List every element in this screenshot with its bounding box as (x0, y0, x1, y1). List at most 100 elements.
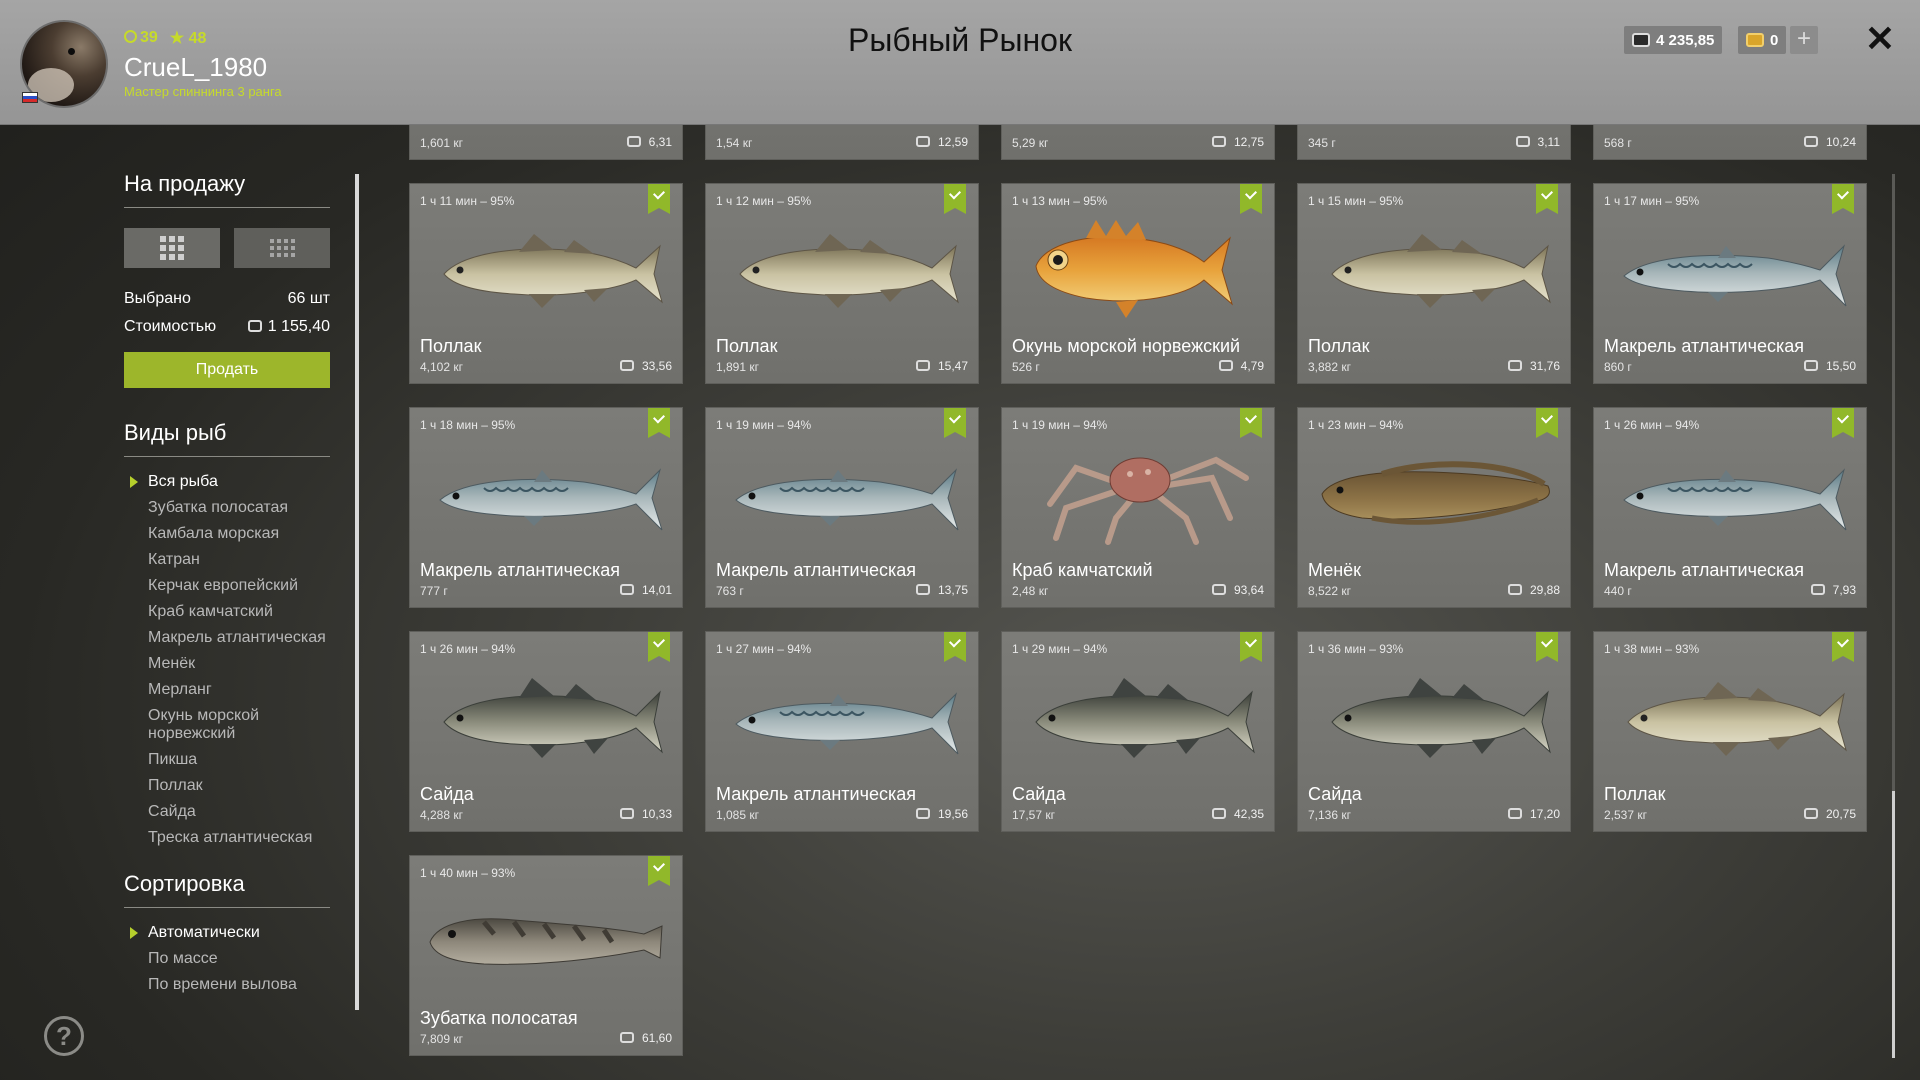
sort-option[interactable]: По массе (124, 946, 330, 972)
saithe-image (1312, 662, 1556, 772)
species-item[interactable]: Макрель атлантическая (124, 625, 330, 651)
species-item[interactable]: Катран (124, 547, 330, 573)
fish-card[interactable]: 1 ч 40 мин – 93% Зубатка полосатая 7,809 … (410, 856, 682, 1055)
tusk-icon (1321, 461, 1550, 525)
selected-check-icon[interactable] (1240, 184, 1262, 214)
fish-card[interactable]: 1 ч 18 мин – 95% Макрель атлантическая 77… (410, 408, 682, 607)
catch-time: 1 ч 11 мин – 95% (420, 194, 515, 208)
sort-option-label: По времени вылова (148, 976, 297, 993)
cost-label: Стоимостью (124, 318, 217, 335)
saithe-icon (1331, 678, 1551, 758)
selected-triangle-icon (130, 476, 138, 488)
fish-card[interactable]: 1 ч 13 мин – 95% Окунь морской норвежски… (1002, 184, 1274, 383)
coin-stack-icon (626, 136, 641, 147)
card-price-value: 15,50 (1825, 359, 1856, 373)
species-item-label: Окунь морской норвежский (148, 707, 260, 742)
fish-card[interactable]: 1 ч 38 мин – 93% Поллак 2,537 кг 20,75 (1594, 632, 1866, 831)
species-item[interactable]: Треска атлантическая (124, 825, 330, 851)
selected-check-icon[interactable] (1832, 408, 1854, 438)
selected-check-icon[interactable] (1536, 184, 1558, 214)
sort-heading: Сортировка (124, 871, 330, 908)
catch-time: 1 ч 40 мин – 93% (420, 866, 516, 880)
selected-check-icon[interactable] (1832, 184, 1854, 214)
tusk-image (1312, 438, 1556, 548)
species-item[interactable]: Камбала морская (124, 521, 330, 547)
card-price: 42,35 (1211, 807, 1264, 821)
species-item-label: Вся рыба (148, 473, 218, 490)
card-weight: 568 г (1604, 136, 1632, 150)
selected-row: Выбрано 66 шт (124, 290, 330, 308)
sort-option[interactable]: По времени вылова (124, 972, 330, 998)
selected-check-icon[interactable] (648, 632, 670, 662)
species-item[interactable]: Мерланг (124, 677, 330, 703)
question-icon: ? (56, 1021, 72, 1051)
wolffish-icon (429, 918, 663, 965)
selected-check-icon[interactable] (1536, 632, 1558, 662)
fish-card[interactable]: 1 ч 11 мин – 95% Поллак 4,102 кг 33,56 (410, 184, 682, 383)
fish-card[interactable]: 1 ч 27 мин – 94% Макрель атлантическая 1,… (706, 632, 978, 831)
species-item[interactable]: Пикша (124, 747, 330, 773)
species-item[interactable]: Поллак (124, 773, 330, 799)
catch-time: 1 ч 19 мин – 94% (716, 418, 812, 432)
species-item[interactable]: Менёк (124, 651, 330, 677)
card-price: 4,79 (1218, 359, 1264, 373)
sidebar-scrollbar[interactable] (355, 174, 359, 1010)
selected-check-icon[interactable] (1832, 632, 1854, 662)
card-weight: 777 г (420, 584, 448, 598)
grid-scrollbar-thumb[interactable] (1892, 791, 1895, 1058)
fish-card[interactable]: 1 ч 26 мин – 94% Макрель атлантическая 44… (1594, 408, 1866, 607)
fish-grid: 1,601 кг 6,31 1,54 кг 12,59 5,29 кг 12,75 345 … (410, 0, 1870, 1080)
fish-card[interactable]: 1 ч 15 мин – 95% Поллак 3,882 кг 31,76 (1298, 184, 1570, 383)
selected-check-icon[interactable] (1240, 408, 1262, 438)
small-grid-view-button[interactable] (234, 228, 330, 268)
selected-check-icon[interactable] (1240, 632, 1262, 662)
card-price: 31,76 (1507, 359, 1560, 373)
card-weight: 860 г (1604, 360, 1632, 374)
sort-option[interactable]: Автоматически (124, 920, 330, 946)
card-weight: 440 г (1604, 584, 1632, 598)
selected-check-icon[interactable] (1536, 408, 1558, 438)
selected-check-icon[interactable] (944, 184, 966, 214)
fish-card[interactable]: 1 ч 12 мин – 95% Поллак 1,891 кг 15,47 (706, 184, 978, 383)
mackerel-image (720, 438, 964, 548)
species-item[interactable]: Зубатка полосатая (124, 495, 330, 521)
redfish-icon (1035, 220, 1233, 318)
card-price: 19,56 (915, 807, 968, 821)
species-item-label: Катран (148, 551, 200, 568)
fish-card[interactable]: 1 ч 19 мин – 94% Макрель атлантическая 76… (706, 408, 978, 607)
catch-time: 1 ч 27 мин – 94% (716, 642, 812, 656)
species-item[interactable]: Вся рыба (124, 469, 330, 495)
help-button[interactable]: ? (44, 1016, 84, 1056)
species-item[interactable]: Керчак европейский (124, 573, 330, 599)
selected-check-icon[interactable] (648, 408, 670, 438)
mackerel-icon (735, 692, 959, 755)
species-item[interactable]: Краб камчатский (124, 599, 330, 625)
player-rank: Мастер спиннинга 3 ранга (124, 84, 282, 99)
fish-card[interactable]: 1 ч 29 мин – 94% Сайда 17,57 кг 42,35 (1002, 632, 1274, 831)
fish-card[interactable]: 1 ч 36 мин – 93% Сайда 7,136 кг 17,20 (1298, 632, 1570, 831)
fish-card[interactable]: 1 ч 17 мин – 95% Макрель атлантическая 86… (1594, 184, 1866, 383)
fish-card[interactable]: 1 ч 26 мин – 94% Сайда 4,288 кг 10,33 (410, 632, 682, 831)
fish-card[interactable]: 1 ч 23 мин – 94% Менёк 8,522 кг 29,88 (1298, 408, 1570, 607)
card-price: 10,33 (619, 807, 672, 821)
species-heading: Виды рыб (124, 420, 330, 457)
selected-check-icon[interactable] (944, 632, 966, 662)
coin-stack-icon (1803, 808, 1818, 819)
species-item[interactable]: Сайда (124, 799, 330, 825)
card-price: 3,11 (1515, 135, 1560, 149)
selected-check-icon[interactable] (944, 408, 966, 438)
grid-scrollbar[interactable] (1892, 174, 1895, 1058)
sell-button[interactable]: Продать (124, 352, 330, 388)
card-weight: 7,136 кг (1308, 808, 1351, 822)
mackerel-icon (1623, 244, 1847, 307)
selected-check-icon[interactable] (648, 856, 670, 886)
sort-option-label: Автоматически (148, 924, 260, 941)
species-item[interactable]: Окунь морской норвежский (124, 703, 330, 747)
add-currency-button[interactable]: + (1790, 26, 1818, 54)
fish-name: Окунь морской норвежский (1012, 336, 1241, 356)
fish-card[interactable]: 1 ч 19 мин – 94% Краб камчатский 2,48 кг 9… (1002, 408, 1274, 607)
close-icon[interactable]: ✕ (1864, 20, 1896, 58)
coin-stack-icon (1211, 136, 1226, 147)
large-grid-view-button[interactable] (124, 228, 220, 268)
selected-check-icon[interactable] (648, 184, 670, 214)
